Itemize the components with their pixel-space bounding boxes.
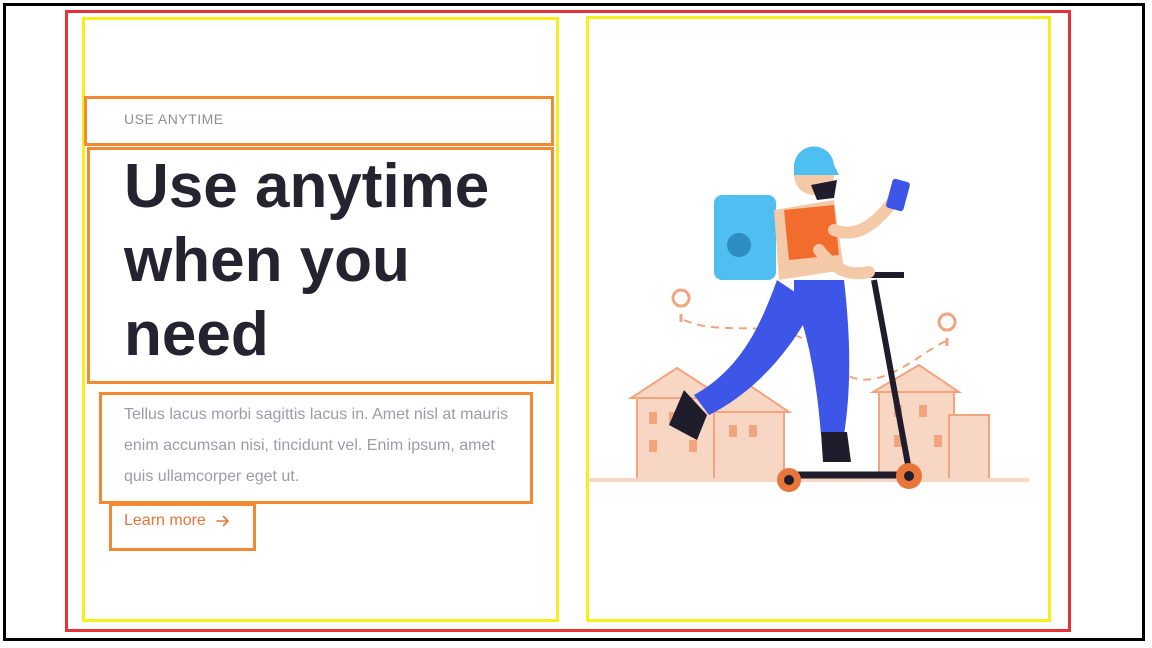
eyebrow-text: USE ANYTIME [124,111,224,127]
ground-line [589,478,1029,482]
arrow-right-icon [216,515,229,527]
hero-body-text: Tellus lacus morbi sagittis lacus in. Am… [124,406,509,485]
learn-more-link[interactable]: Learn more [124,508,230,534]
hero-heading: Use anytime when you need [124,152,490,369]
delivery-courier-illustration [589,146,1029,492]
learn-more-label: Learn more [124,512,206,529]
courier [669,146,910,462]
